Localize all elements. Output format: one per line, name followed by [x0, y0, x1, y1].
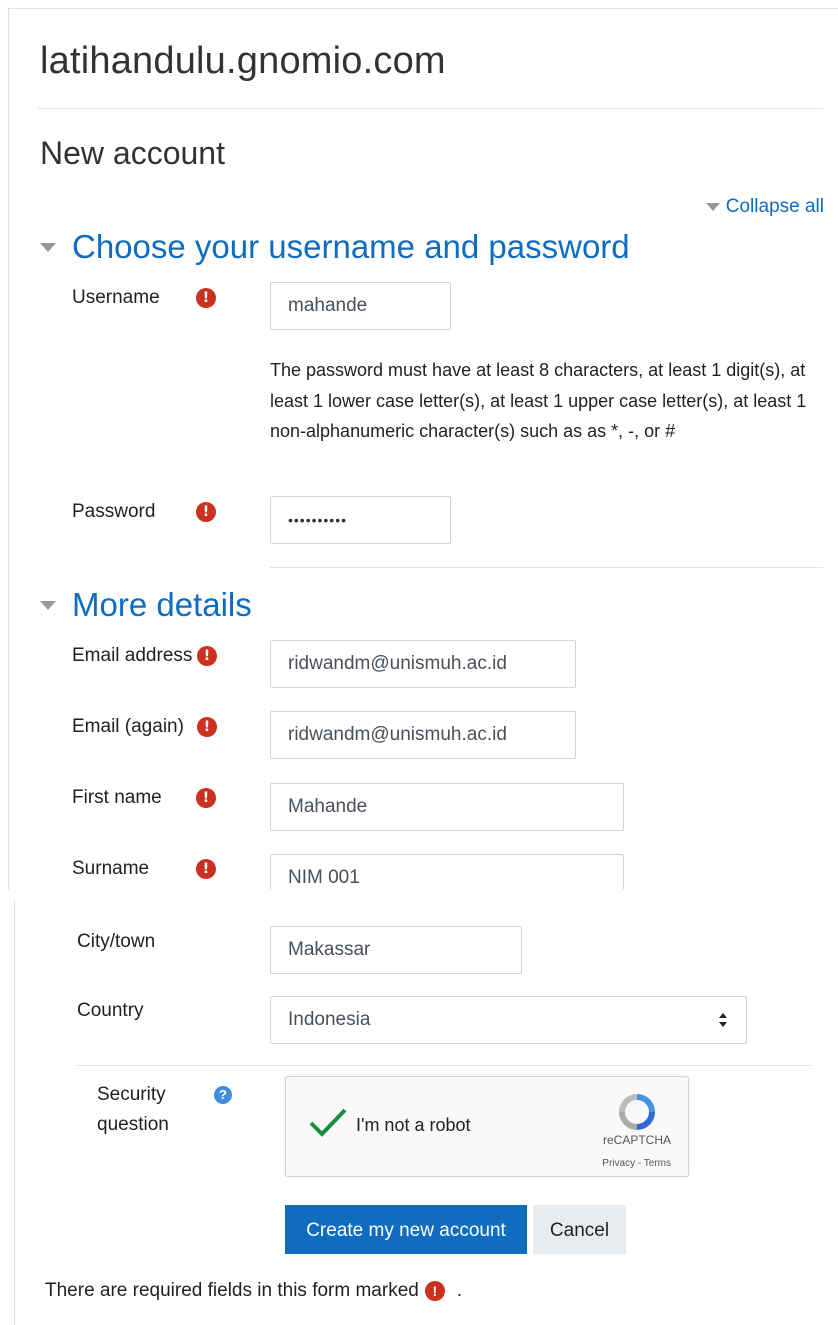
email-input[interactable]: ridwandm@unismuh.ac.id: [270, 640, 576, 688]
required-icon: !: [197, 717, 217, 737]
help-icon[interactable]: ?: [214, 1086, 232, 1104]
required-note-period: .: [456, 1280, 463, 1301]
required-icon: !: [196, 502, 216, 522]
email-again-input[interactable]: ridwandm@unismuh.ac.id: [270, 711, 576, 759]
frame-left-border: [8, 8, 9, 890]
section-credentials-title: Choose your username and password: [72, 228, 630, 265]
password-input[interactable]: ••••••••••: [270, 496, 451, 544]
required-icon: !: [196, 788, 216, 808]
triangle-down-icon: [705, 203, 720, 211]
recaptcha-brand: reCAPTCHA: [602, 1133, 671, 1147]
collapse-all-link[interactable]: Collapse all: [705, 196, 824, 218]
collapse-triangle-icon: [40, 600, 56, 610]
site-title[interactable]: latihandulu.gnomio.com: [40, 40, 446, 83]
frame-top-border: [8, 8, 838, 9]
section-details-title: More details: [72, 586, 252, 623]
recaptcha-logo-icon: [619, 1094, 655, 1130]
first-name-input[interactable]: Mahande: [270, 783, 624, 831]
cancel-button[interactable]: Cancel: [533, 1205, 626, 1254]
section-divider: [77, 1065, 811, 1066]
required-fields-note: There are required fields in this form m…: [45, 1280, 462, 1302]
section-details-header[interactable]: More details: [40, 586, 252, 624]
security-question-label: Security question: [97, 1084, 169, 1135]
email-again-label: Email (again): [72, 716, 184, 737]
required-icon: !: [196, 859, 216, 879]
username-label: Username: [72, 287, 160, 308]
page-title: New account: [40, 135, 225, 171]
password-policy-text: The password must have at least 8 charac…: [270, 360, 807, 441]
recaptcha-links[interactable]: Privacy - Terms: [602, 1158, 671, 1169]
city-label: City/town: [77, 931, 156, 952]
surname-input[interactable]: NIM 001: [270, 854, 624, 890]
username-input[interactable]: mahande: [270, 282, 451, 330]
check-icon[interactable]: [308, 1107, 348, 1137]
surname-label: Surname: [72, 858, 150, 879]
collapse-all-label: Collapse all: [725, 196, 824, 217]
email-label: Email address: [72, 645, 193, 666]
required-icon: !: [424, 1281, 445, 1301]
frame-left-border-2: [14, 900, 15, 1325]
captcha-text: I'm not a robot: [356, 1115, 471, 1135]
section-divider: [270, 567, 823, 568]
city-input[interactable]: Makassar: [270, 926, 522, 974]
required-icon: !: [197, 646, 217, 666]
country-select-value: Indonesia: [288, 1009, 371, 1030]
screenshot-seam: [0, 890, 838, 900]
collapse-triangle-icon: [40, 242, 56, 252]
required-icon: !: [196, 288, 216, 308]
section-credentials-header[interactable]: Choose your username and password: [40, 228, 630, 266]
password-label: Password: [72, 501, 156, 522]
recaptcha-widget: I'm not a robot reCAPTCHA Privacy - Term…: [285, 1076, 689, 1177]
country-label: Country: [77, 1000, 144, 1021]
required-note-text: There are required fields in this form m…: [45, 1280, 419, 1301]
select-caret-icon: [719, 1013, 727, 1027]
header-divider: [38, 108, 823, 109]
country-select[interactable]: Indonesia: [270, 996, 747, 1044]
create-account-button[interactable]: Create my new account: [285, 1205, 527, 1254]
first-name-label: First name: [72, 787, 162, 808]
